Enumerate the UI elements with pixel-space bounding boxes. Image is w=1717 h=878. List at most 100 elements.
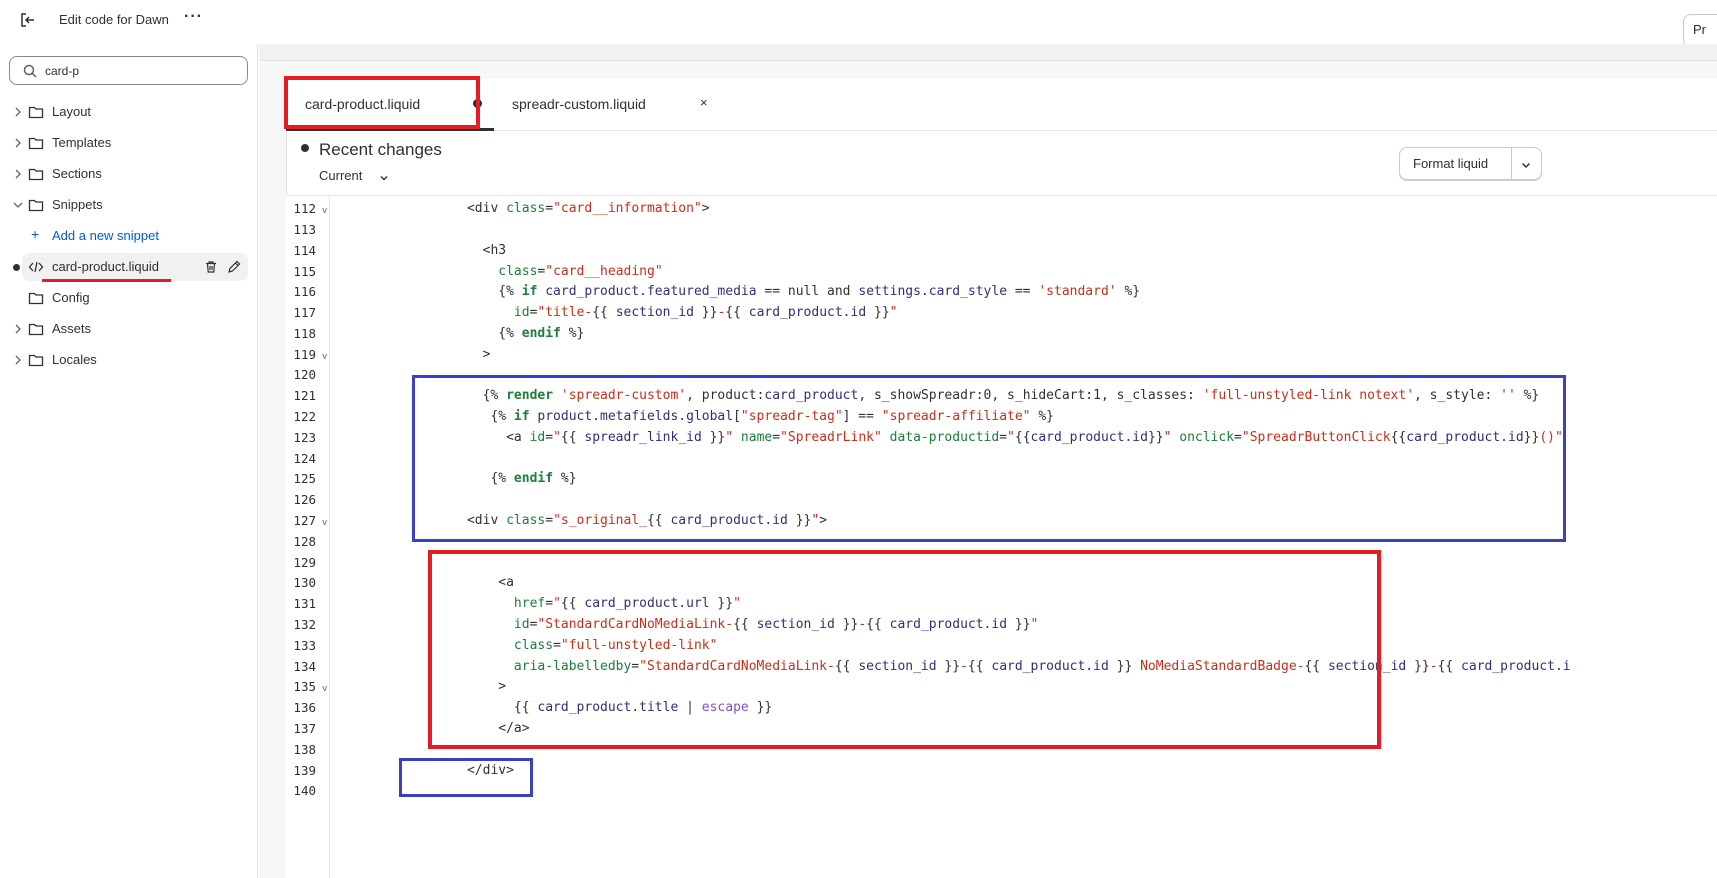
- recent-bullet: [301, 144, 309, 152]
- line-number: 126: [293, 492, 316, 507]
- code-line: 118 {% endif %}: [286, 326, 1717, 347]
- code-line: 114 <h3: [286, 243, 1717, 264]
- line-number: 112: [293, 201, 316, 216]
- code-text: id="title-{{ section_id }}-{{ card_produ…: [513, 305, 898, 320]
- page-title: Edit code for Dawn: [59, 12, 169, 27]
- pencil-icon[interactable]: [227, 260, 241, 277]
- folder-label: Config: [52, 290, 90, 305]
- code-line: 117 id="title-{{ section_id }}-{{ card_p…: [286, 305, 1717, 326]
- chevron-down-icon: [12, 199, 24, 211]
- line-number: 115: [293, 264, 316, 279]
- folder-label: Assets: [52, 321, 92, 336]
- plus-icon: +: [31, 226, 40, 242]
- chevron-down-icon: [379, 171, 389, 186]
- line-number: 140: [293, 783, 316, 798]
- folder-layout[interactable]: Layout: [0, 99, 258, 125]
- line-number: 131: [293, 596, 316, 611]
- version-label: Current: [319, 168, 363, 183]
- file-label: card-product.liquid: [52, 259, 159, 274]
- folder-label: Sections: [52, 166, 102, 181]
- folder-icon: [28, 105, 44, 122]
- code-text: {% endif %}: [420, 326, 585, 341]
- folder-templates[interactable]: Templates: [0, 130, 258, 156]
- add-snippet-label: Add a new snippet: [52, 228, 159, 243]
- line-number: 138: [293, 742, 316, 757]
- line-number: 118: [293, 326, 316, 341]
- folder-icon: [28, 136, 44, 153]
- code-line: 112 v <div class="card__information">: [286, 201, 1717, 222]
- folder-icon: [28, 167, 44, 184]
- recent-changes-title: Recent changes: [319, 140, 442, 159]
- fold-icon[interactable]: v: [322, 518, 327, 528]
- exit-icon[interactable]: [18, 10, 38, 30]
- line-number: 120: [293, 367, 316, 382]
- code-icon: [28, 260, 44, 277]
- code-text: {% if card_product.featured_media == nul…: [420, 284, 1141, 299]
- line-number: 114: [293, 243, 316, 258]
- search-input[interactable]: [45, 61, 235, 81]
- code-text: <div class="card__information">: [420, 201, 710, 216]
- modified-dot: [13, 264, 20, 271]
- format-label: Format liquid: [1413, 156, 1489, 171]
- folder-icon: [28, 353, 44, 370]
- more-actions-icon[interactable]: ···: [184, 8, 203, 26]
- code-line: 113: [286, 222, 1717, 243]
- line-number: 132: [293, 617, 316, 632]
- folder-icon: [28, 322, 44, 339]
- file-card-product[interactable]: card-product.liquid: [0, 254, 258, 280]
- fold-icon[interactable]: v: [322, 684, 327, 694]
- folder-assets[interactable]: Assets: [0, 316, 258, 342]
- annotation-underline: [42, 279, 171, 282]
- code-text: class="card__heading": [498, 264, 663, 279]
- chevron-right-icon: [12, 354, 24, 366]
- folder-icon: [28, 291, 44, 308]
- close-tab-icon[interactable]: ×: [700, 95, 708, 110]
- button-divider: [1511, 148, 1512, 179]
- line-number: 119: [293, 347, 316, 362]
- folder-label: Snippets: [52, 197, 103, 212]
- fold-icon[interactable]: v: [322, 352, 327, 362]
- line-number: 117: [293, 305, 316, 320]
- folder-label: Locales: [52, 352, 97, 367]
- line-number: 113: [293, 222, 316, 237]
- format-liquid-button[interactable]: Format liquid: [1399, 147, 1542, 180]
- line-number: 134: [293, 659, 316, 674]
- folder-config[interactable]: Config: [0, 285, 258, 311]
- annotation-box-red: [284, 76, 480, 129]
- preview-button[interactable]: Pr: [1683, 14, 1717, 48]
- folder-label: Templates: [52, 135, 112, 150]
- fold-icon[interactable]: v: [322, 206, 327, 216]
- chevron-down-icon[interactable]: [1520, 158, 1532, 176]
- trash-icon[interactable]: [204, 260, 218, 277]
- header-separator: [286, 195, 1717, 196]
- folder-sections[interactable]: Sections: [0, 161, 258, 187]
- line-number: 129: [293, 555, 316, 570]
- search-icon: [23, 64, 37, 83]
- line-number: 130: [293, 575, 316, 590]
- annotation-box-red: [428, 550, 1381, 749]
- code-line: 115 class="card__heading": [286, 264, 1717, 285]
- chevron-right-icon: [12, 323, 24, 335]
- search-box[interactable]: [9, 56, 248, 85]
- line-number: 137: [293, 721, 316, 736]
- line-number: 124: [293, 451, 316, 466]
- add-snippet-link[interactable]: + Add a new snippet: [0, 223, 258, 249]
- line-number: 116: [293, 284, 316, 299]
- annotation-box-blue: [412, 375, 1566, 542]
- folder-locales[interactable]: Locales: [0, 347, 258, 373]
- top-bar: Edit code for Dawn ··· Pr: [0, 0, 1717, 48]
- chevron-right-icon: [12, 168, 24, 180]
- version-select[interactable]: Current: [319, 168, 388, 183]
- code-line: 119 v >: [286, 347, 1717, 368]
- line-number: 133: [293, 638, 316, 653]
- editor-tabs: card-product.liquid spreadr-custom.liqui…: [286, 79, 1717, 131]
- folder-snippets[interactable]: Snippets: [0, 192, 258, 218]
- line-number: 128: [293, 534, 316, 549]
- toolbar-strip: [259, 44, 1717, 61]
- chevron-right-icon: [12, 106, 24, 118]
- code-line: 116 {% if card_product.featured_media ==…: [286, 284, 1717, 305]
- tab-spreadr-custom[interactable]: spreadr-custom.liquid: [496, 79, 726, 131]
- line-number: 136: [293, 700, 316, 715]
- line-number: 125: [293, 471, 316, 486]
- line-number: 121: [293, 388, 316, 403]
